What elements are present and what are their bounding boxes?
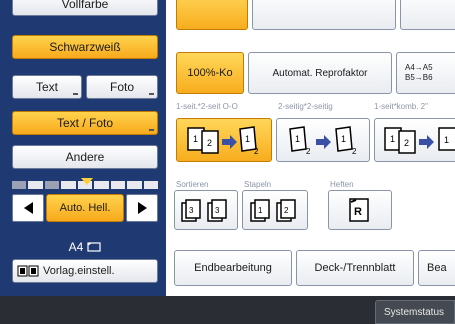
arrow-left-icon [23, 202, 33, 214]
text-photo-mode-label: Text / Foto [56, 116, 114, 130]
system-status-button[interactable]: Systemstatus [375, 300, 455, 324]
text-photo-mode-button[interactable]: Text / Foto [12, 111, 158, 135]
svg-text:2: 2 [207, 138, 212, 148]
preset-reduce-label: A4→A5 B5→B6 [405, 63, 433, 82]
other-modes-button[interactable]: Andere [12, 145, 158, 169]
svg-text:1: 1 [341, 134, 346, 144]
auto-reduce-label: Automat. Reprofaktor [272, 67, 368, 79]
density-segment [12, 181, 27, 189]
finishing-tab-label: Endbearbeitung [194, 262, 272, 274]
density-pointer-icon [81, 178, 93, 185]
original-settings-icon [17, 265, 39, 277]
main-panel: 100%-Ko Automat. Reprofaktor A4→A5 B5→B6… [166, 0, 455, 296]
full-size-button[interactable]: 100%-Ko [176, 52, 244, 94]
sort-button[interactable]: 3 3 [174, 190, 238, 230]
svg-text:3: 3 [215, 206, 220, 215]
svg-text:2: 2 [254, 147, 259, 156]
original-settings-button[interactable]: Vorlag.einstell. [12, 259, 158, 283]
svg-text:2: 2 [352, 147, 357, 156]
duplex-label-2: 2-seitig*2-seitig [278, 102, 333, 111]
density-lighter-button[interactable] [12, 194, 44, 222]
duplex-label-1: 1-seit.*2-seit O-O [176, 102, 238, 111]
density-segment [44, 181, 60, 189]
cover-slip-sheet-tab-label: Deck-/Trennblatt [314, 262, 396, 274]
svg-text:1: 1 [390, 134, 395, 144]
svg-text:1: 1 [193, 134, 198, 144]
stack-button[interactable]: 1 2 [242, 190, 308, 230]
duplex-label-3: 1-seit*komb. 2" [374, 102, 428, 111]
finishing-tab[interactable]: Endbearbeitung [174, 250, 292, 286]
arrow-right-icon [137, 202, 147, 214]
staple-icon: R [349, 198, 369, 222]
left-panel: Vollfarbe Schwarzweiß Text Foto Text / F… [0, 0, 166, 296]
auto-density-label: Auto. Hell. [59, 202, 111, 214]
two-to-two-sided-button[interactable]: 1 2 1 2 [276, 118, 370, 162]
one-to-two-sided-button[interactable]: 1 2 1 2 [176, 118, 272, 162]
svg-text:1: 1 [245, 134, 250, 144]
svg-text:1: 1 [444, 135, 449, 145]
sort-label: Sortieren [176, 180, 209, 189]
top-tray-button-3[interactable] [400, 0, 455, 30]
density-segment [94, 181, 109, 189]
density-segment [143, 181, 158, 189]
paper-orientation-icon [87, 242, 101, 252]
top-tray-button-1[interactable] [176, 0, 248, 30]
text-mode-button[interactable]: Text [12, 75, 82, 99]
full-color-button[interactable]: Vollfarbe [12, 0, 158, 16]
svg-text:2: 2 [306, 147, 311, 156]
staple-button[interactable]: R [328, 190, 392, 230]
other-modes-label: Andere [65, 150, 105, 164]
stack-label: Stapeln [244, 180, 272, 189]
full-color-label: Vollfarbe [61, 0, 109, 11]
combine-duplex-button[interactable]: 1 2 1 [374, 118, 455, 162]
photo-mode-button[interactable]: Foto [86, 75, 158, 99]
system-status-label: Systemstatus [384, 306, 445, 318]
cover-slip-sheet-tab[interactable]: Deck-/Trennblatt [296, 250, 414, 286]
original-settings-label: Vorlag.einstell. [43, 265, 115, 277]
stack-icon: 1 2 [250, 199, 296, 222]
photo-mode-label: Foto [109, 80, 134, 94]
top-tray-button-2[interactable] [252, 0, 396, 30]
black-white-label: Schwarzweiß [49, 40, 121, 54]
density-segment [127, 181, 142, 189]
svg-text:1: 1 [258, 206, 263, 215]
full-size-label: 100%-Ko [187, 67, 233, 79]
auto-reduce-button[interactable]: Automat. Reprofaktor [248, 52, 392, 94]
sort-icon: 3 3 [181, 199, 227, 222]
density-segment [61, 181, 76, 189]
paper-size-label: A4 [68, 240, 84, 254]
density-segment [28, 181, 43, 189]
svg-text:2: 2 [284, 206, 289, 215]
svg-text:2: 2 [404, 138, 409, 148]
density-darker-button[interactable] [126, 194, 158, 222]
combine-duplex-icon: 1 2 1 [384, 127, 455, 154]
black-white-button[interactable]: Schwarzweiß [12, 35, 158, 59]
copier-screen: Vollfarbe Schwarzweiß Text Foto Text / F… [0, 0, 455, 324]
staple-label: Heften [330, 180, 354, 189]
text-mode-label: Text [35, 80, 58, 94]
one-to-two-sided-icon: 1 2 1 2 [187, 126, 259, 156]
preset-reduce-button[interactable]: A4→A5 B5→B6 [396, 52, 455, 94]
density-segment [110, 181, 126, 189]
paper-size-indicator: A4 [12, 238, 158, 256]
svg-text:1: 1 [295, 134, 300, 144]
svg-text:3: 3 [189, 206, 194, 215]
two-to-two-sided-icon: 1 2 1 2 [289, 126, 357, 156]
edit-tab[interactable]: Bea [418, 250, 455, 286]
svg-text:R: R [354, 206, 362, 218]
edit-tab-label: Bea [427, 262, 447, 274]
auto-density-button[interactable]: Auto. Hell. [46, 194, 124, 222]
